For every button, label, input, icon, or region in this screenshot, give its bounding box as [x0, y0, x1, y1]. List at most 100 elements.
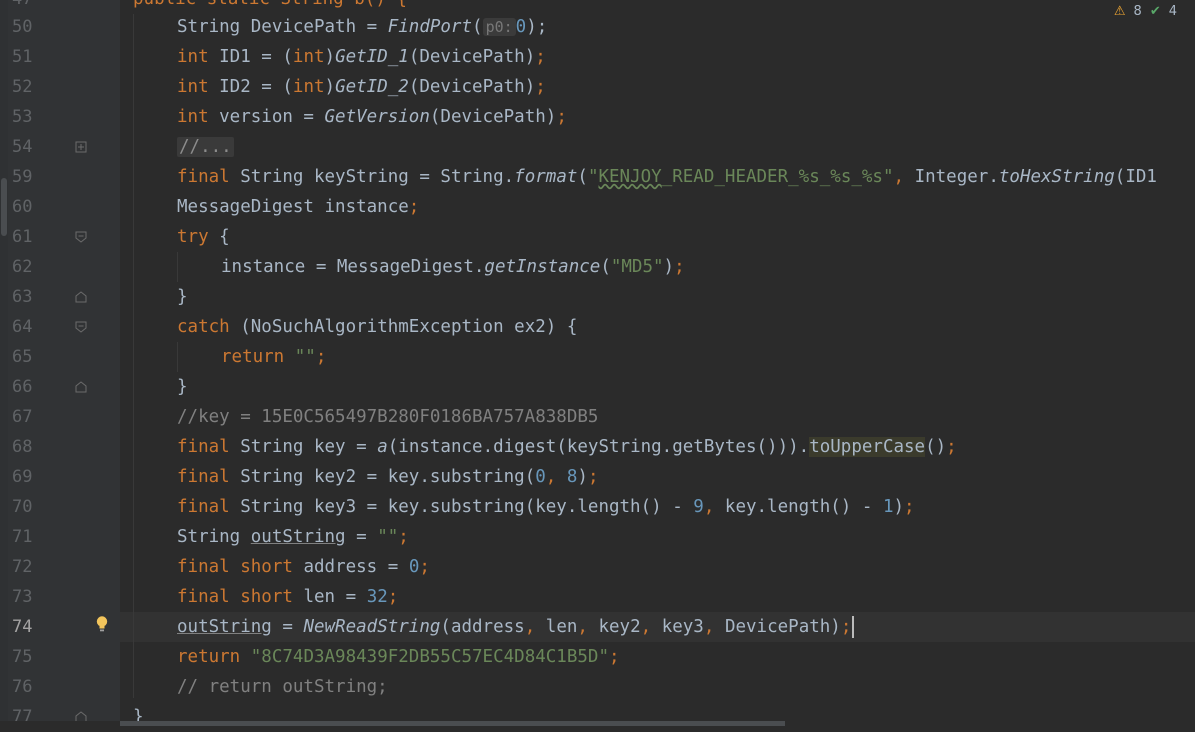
code-text[interactable]: try {	[177, 222, 230, 252]
code-token: )	[324, 77, 336, 97]
code-text[interactable]: final short address = 0;	[177, 552, 430, 582]
code-token: ;	[419, 557, 430, 577]
code-line: 67 //key = 15E0C565497B280F0186BA757A838…	[0, 402, 1195, 432]
code-token: ;	[587, 467, 599, 487]
code-text[interactable]: catch (NoSuchAlgorithmException ex2) {	[177, 312, 577, 342]
code-text[interactable]: String DevicePath = FindPort(p0: 0);	[177, 12, 547, 42]
code-line: 70 final String key3 = key.substring(key…	[0, 492, 1195, 522]
code-text[interactable]: instance = MessageDigest.getInstance("MD…	[221, 252, 685, 282]
code-text[interactable]: }	[177, 372, 188, 402]
code-text[interactable]: // return outString;	[177, 672, 388, 702]
lightbulb-icon[interactable]	[95, 615, 109, 633]
code-token: return	[221, 347, 285, 367]
reassigned-variable: outString	[250, 527, 346, 547]
code-text[interactable]: return "";	[221, 342, 326, 372]
code-text[interactable]: String outString = "";	[177, 522, 409, 552]
code-text[interactable]: final String key = a(instance.digest(key…	[177, 432, 957, 462]
reassigned-variable: outString	[177, 617, 272, 637]
code-text[interactable]: int ID1 = (int)GetID_1(DevicePath);	[177, 42, 546, 72]
line-number: 67	[12, 407, 33, 427]
code-text[interactable]: }	[133, 702, 144, 732]
fold-collapse-icon[interactable]	[75, 231, 87, 243]
code-token: _READ_HEADER_%s_%s_%s"	[661, 167, 894, 187]
code-token: ;	[556, 107, 567, 127]
code-token: 9	[693, 497, 704, 517]
code-token: ()	[925, 437, 947, 457]
code-token: int	[177, 107, 209, 127]
code-text[interactable]: final String key2 = key.substring(0, 8);	[177, 462, 599, 492]
code-text[interactable]: //...	[177, 132, 234, 162]
code-text[interactable]: MessageDigest instance;	[177, 192, 419, 222]
fold-end-icon[interactable]	[75, 381, 87, 393]
code-text[interactable]: final String keyString = String.format("…	[177, 162, 1157, 192]
code-token: (ID1	[1114, 167, 1157, 187]
horizontal-scrollbar[interactable]	[0, 721, 1195, 726]
code-token: "8C74D3A98439F2DB55C57EC4D84C1B5D"	[250, 647, 609, 667]
code-token: 1	[882, 497, 894, 517]
code-line: 76 // return outString;	[0, 672, 1195, 702]
code-token: return	[177, 647, 241, 667]
code-token: ""	[377, 527, 399, 547]
line-number: 71	[12, 527, 33, 547]
line-number: 76	[12, 677, 33, 697]
line-number: 72	[12, 557, 33, 577]
code-token: (DevicePath)	[429, 107, 557, 127]
line-number: 50	[12, 17, 33, 37]
code-text[interactable]: }	[177, 282, 188, 312]
code-token: (NoSuchAlgorithmException ex2) {	[229, 317, 578, 337]
code-line: 61 try {	[0, 222, 1195, 252]
code-line: 71 String outString = "";	[0, 522, 1195, 552]
code-token: ,	[640, 617, 662, 637]
code-text[interactable]: final String key3 = key.substring(key.le…	[177, 492, 915, 522]
code-token: int	[177, 47, 209, 67]
line-number: 60	[12, 197, 33, 217]
fold-end-icon[interactable]	[75, 291, 87, 303]
scroll-thumb[interactable]	[120, 721, 785, 726]
code-token: short	[240, 557, 293, 577]
code-line: 59 final String keyString = String.forma…	[0, 162, 1195, 192]
code-token: getInstance	[484, 257, 601, 277]
code-token: (	[472, 17, 483, 37]
code-line: 52 int ID2 = (int)GetID_2(DevicePath);	[0, 72, 1195, 102]
comment: // return outString;	[177, 677, 388, 697]
code-token: key3	[661, 617, 704, 637]
folded-region[interactable]: //...	[177, 137, 234, 157]
code-token: try	[177, 227, 209, 247]
fold-collapse-icon[interactable]	[75, 321, 87, 333]
code-token: instance = MessageDigest.	[221, 257, 485, 277]
line-number: 59	[12, 167, 33, 187]
code-token: len =	[292, 587, 367, 607]
code-line-current: 74 outString = NewReadString(address, le…	[0, 612, 1195, 642]
code-text[interactable]: int ID2 = (int)GetID_2(DevicePath);	[177, 72, 546, 102]
line-number: 68	[12, 437, 33, 457]
code-line: 62 instance = MessageDigest.getInstance(…	[0, 252, 1195, 282]
code-line: 53 int version = GetVersion(DevicePath);	[0, 102, 1195, 132]
code-token: ID2 = (	[208, 77, 293, 97]
code-token: ,	[524, 617, 546, 637]
line-number: 51	[12, 47, 33, 67]
code-text[interactable]: outString = NewReadString(address, len, …	[177, 612, 855, 642]
code-text[interactable]: return "8C74D3A98439F2DB55C57EC4D84C1B5D…	[177, 642, 620, 672]
line-number: 74	[12, 617, 33, 637]
code-text[interactable]: int version = GetVersion(DevicePath);	[177, 102, 567, 132]
code-token: key.length() -	[724, 497, 883, 517]
code-token: String key3 = key.substring(key.length()…	[229, 497, 694, 517]
code-token: String DevicePath =	[177, 17, 388, 37]
code-token: ,	[703, 617, 725, 637]
line-number: 69	[12, 467, 33, 487]
code-line: 73 final short len = 32;	[0, 582, 1195, 612]
fold-expand-icon[interactable]	[75, 141, 87, 153]
code-line: 60 MessageDigest instance;	[0, 192, 1195, 222]
code-token: String key =	[229, 437, 378, 457]
code-text[interactable]: //key = 15E0C565497B280F0186BA757A838DB5	[177, 402, 598, 432]
code-text[interactable]: final short len = 32;	[177, 582, 398, 612]
line-number: 73	[12, 587, 33, 607]
code-token: DevicePath)	[724, 617, 841, 637]
code-token: a	[377, 437, 388, 457]
code-token: (	[577, 167, 588, 187]
line-number: 63	[12, 287, 33, 307]
